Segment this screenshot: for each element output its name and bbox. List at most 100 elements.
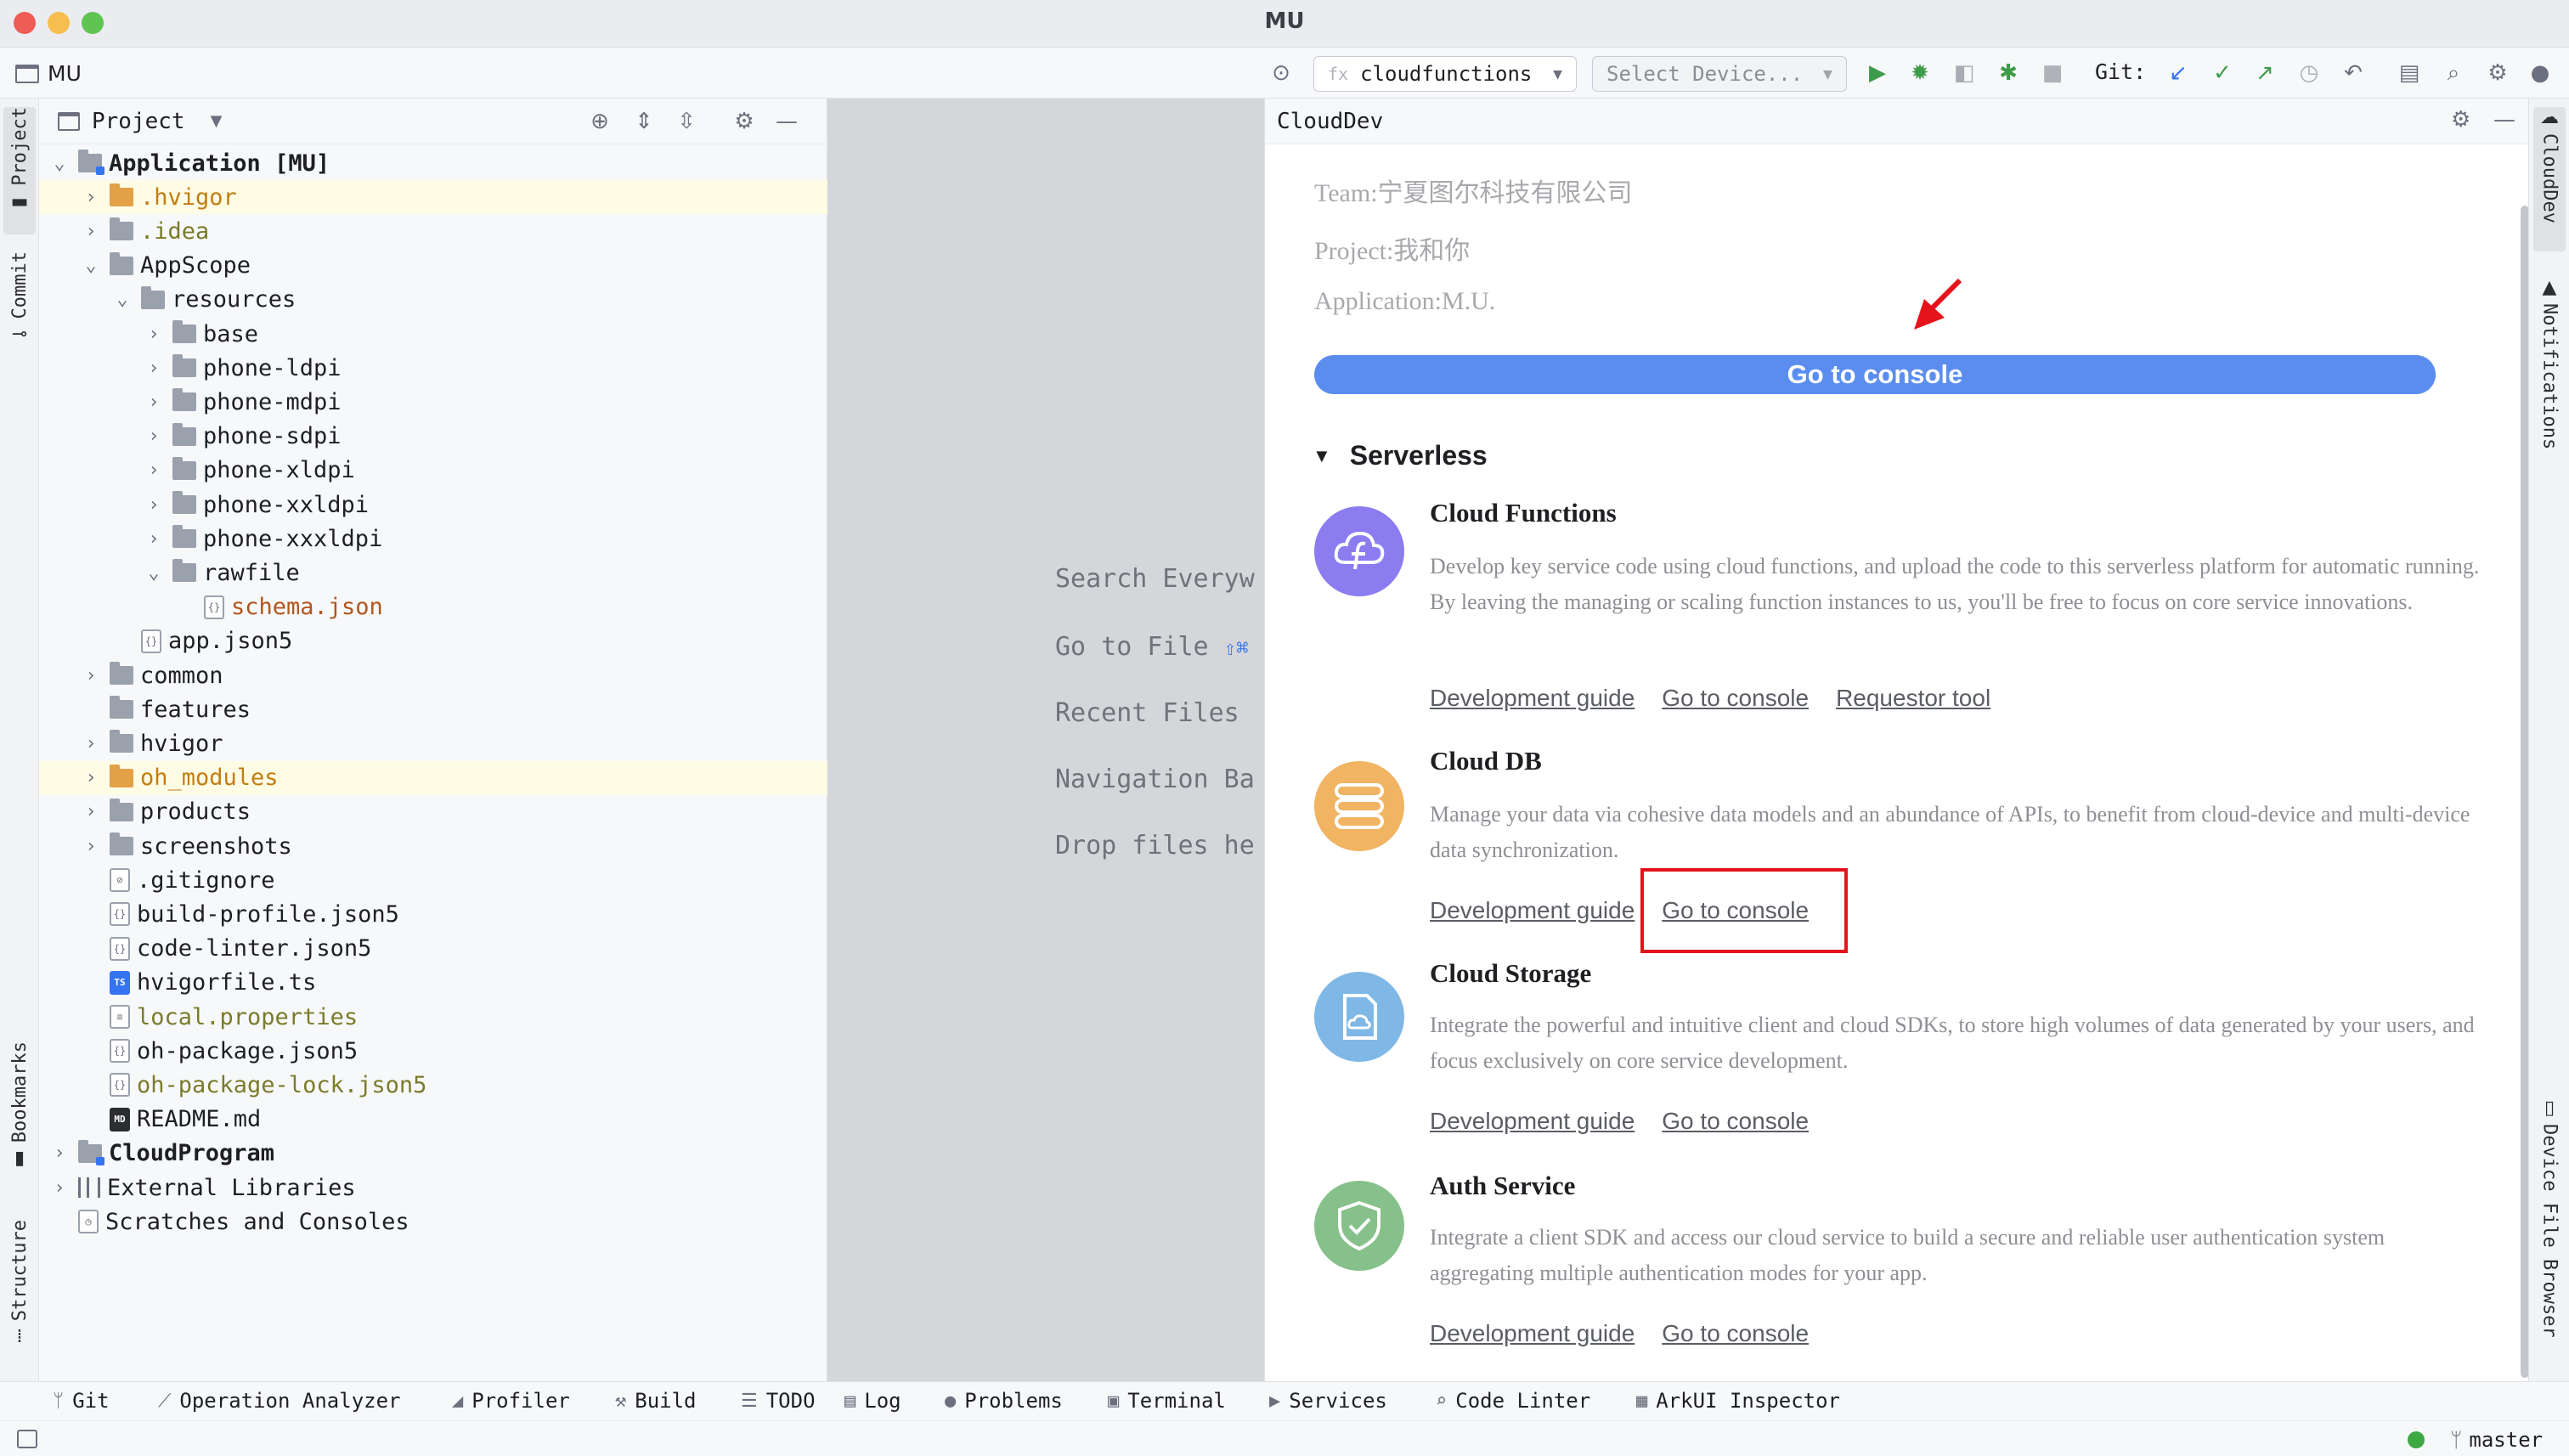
run-config-select[interactable]: fx cloudfunctions ▼ [1313, 56, 1577, 92]
expand-all-icon[interactable]: ⇕ [629, 106, 659, 137]
bottom-tab-log[interactable]: ▤ Log [844, 1389, 901, 1413]
project-structure-icon[interactable]: ▤ [2394, 58, 2425, 88]
bottom-tab-profiler[interactable]: ◢ Profiler [452, 1389, 570, 1413]
chevron-down-icon[interactable]: ⌄ [112, 289, 133, 310]
tree-item[interactable]: {} oh-package.json5 [39, 1034, 827, 1068]
tree-item[interactable]: {} build-profile.json5 [39, 897, 827, 931]
locate-icon[interactable]: ⊕ [584, 106, 615, 137]
bottom-tab-git[interactable]: ᛘ Git [53, 1389, 110, 1413]
tool-tab-notifications[interactable]: ▲ Notifications [2533, 277, 2566, 498]
tool-tab-project[interactable]: Project ▬ [3, 107, 36, 234]
chevron-right-icon[interactable]: › [144, 494, 164, 516]
project-panel-title[interactable]: Project [92, 109, 185, 134]
toggle-tool-windows-icon[interactable] [17, 1430, 37, 1448]
tree-item[interactable]: {} code-linter.json5 [39, 932, 827, 966]
target-icon[interactable]: ⊙ [1266, 58, 1296, 88]
tree-item[interactable]: › CloudProgram [39, 1137, 827, 1171]
development-guide-link[interactable]: Development guide [1430, 1320, 1635, 1347]
serverless-section-header[interactable]: ▼ Serverless [1313, 440, 1488, 471]
tool-tab-structure[interactable]: Structure ⁞ [3, 1220, 36, 1364]
tool-tab-commit[interactable]: Commit ⊸ [3, 251, 36, 362]
bottom-tab-code-linter[interactable]: ⌕ Code Linter [1436, 1389, 1590, 1413]
tree-item[interactable]: ⌄ Application [MU] [39, 146, 827, 180]
tree-item[interactable]: ◷ Scratches and Consoles [39, 1205, 827, 1239]
tree-item[interactable]: ⌄ rawfile [39, 556, 827, 590]
git-commit-icon[interactable]: ✓ [2207, 58, 2238, 88]
rollback-icon[interactable]: ↶ [2338, 58, 2369, 88]
chevron-right-icon[interactable]: › [49, 1177, 70, 1199]
tree-item[interactable]: › .hvigor [39, 180, 827, 215]
tree-item[interactable]: › hvigor [39, 726, 827, 760]
hide-panel-icon[interactable]: — [771, 106, 802, 137]
tree-item[interactable]: TS hvigorfile.ts [39, 966, 827, 1000]
tree-item[interactable]: › .idea [39, 214, 827, 248]
tree-item[interactable]: ⊘ .gitignore [39, 863, 827, 897]
tree-item[interactable]: {} schema.json [39, 590, 827, 624]
chevron-down-icon[interactable]: ⌄ [144, 562, 164, 584]
device-select[interactable]: Select Device... ▼ [1592, 56, 1847, 92]
chevron-right-icon[interactable]: › [81, 665, 101, 686]
git-update-icon[interactable]: ↙ [2163, 58, 2194, 88]
chevron-down-icon[interactable]: ▼ [211, 112, 223, 130]
stop-icon[interactable]: ■ [2037, 58, 2068, 88]
collapse-all-icon[interactable]: ⇳ [671, 106, 702, 137]
development-guide-link[interactable]: Development guide [1430, 897, 1635, 924]
git-push-icon[interactable]: ↗ [2250, 58, 2280, 88]
chevron-right-icon[interactable]: › [144, 528, 164, 550]
tree-item[interactable]: MD README.md [39, 1103, 827, 1137]
chevron-right-icon[interactable]: › [81, 836, 101, 857]
tree-item[interactable]: › screenshots [39, 829, 827, 863]
run-icon[interactable]: ▶ [1862, 58, 1893, 88]
tree-item[interactable]: › phone-mdpi [39, 385, 827, 419]
gear-icon[interactable]: ⚙ [2451, 107, 2470, 133]
project-switcher[interactable]: MU [15, 61, 82, 86]
search-icon[interactable]: ⌕ [2438, 58, 2469, 88]
tree-item[interactable]: › products [39, 795, 827, 829]
development-guide-link[interactable]: Development guide [1430, 685, 1635, 712]
development-guide-link[interactable]: Development guide [1430, 1108, 1635, 1135]
account-icon[interactable]: ● [2525, 58, 2555, 88]
tree-item[interactable]: ⌄ AppScope [39, 249, 827, 283]
tree-item[interactable]: › common [39, 658, 827, 692]
debug-icon[interactable]: ✹ [1905, 58, 1935, 88]
tree-item[interactable]: › External Libraries [39, 1171, 827, 1205]
tree-item[interactable]: › phone-ldpi [39, 351, 827, 385]
chevron-right-icon[interactable]: › [144, 358, 164, 379]
history-icon[interactable]: ◷ [2294, 58, 2324, 88]
tree-item[interactable]: {} oh-package-lock.json5 [39, 1068, 827, 1102]
go-to-console-link[interactable]: Go to console [1662, 685, 1809, 712]
tree-item[interactable]: {} app.json5 [39, 624, 827, 658]
bottom-tab-problems[interactable]: ● Problems [945, 1389, 1063, 1413]
go-to-console-link[interactable]: Go to console [1662, 1108, 1809, 1135]
chevron-right-icon[interactable]: › [81, 187, 101, 208]
settings-gear-icon[interactable]: ⚙ [2482, 58, 2513, 88]
tool-tab-device-file-browser[interactable]: ▯ Device File Browser [2533, 1098, 2566, 1369]
requestor-tool-link[interactable]: Requestor tool [1836, 685, 1990, 712]
bottom-tab-operation-analyzer[interactable]: ⟋ Operation Analyzer [158, 1389, 401, 1413]
chevron-right-icon[interactable]: › [81, 733, 101, 754]
chevron-right-icon[interactable]: › [144, 324, 164, 345]
tree-item[interactable]: › base [39, 317, 827, 351]
tool-tab-bookmarks[interactable]: Bookmarks ▮ [3, 1041, 36, 1186]
tree-item[interactable]: › phone-xldpi [39, 454, 827, 488]
attach-debugger-icon[interactable]: ✱ [1993, 58, 2024, 88]
hide-panel-icon[interactable]: — [2493, 107, 2515, 133]
go-to-console-link[interactable]: Go to console [1662, 1320, 1809, 1347]
chevron-right-icon[interactable]: › [81, 221, 101, 242]
git-branch-widget[interactable]: ᛘ master [2450, 1428, 2543, 1452]
bottom-tab-terminal[interactable]: ▣ Terminal [1108, 1389, 1226, 1413]
tree-item[interactable]: › phone-sdpi [39, 420, 827, 454]
tree-item[interactable]: › phone-xxldpi [39, 488, 827, 522]
tree-item[interactable]: features [39, 692, 827, 726]
go-to-console-button[interactable]: Go to console [1314, 355, 2436, 394]
chevron-right-icon[interactable]: › [144, 460, 164, 481]
tree-item[interactable]: › phone-xxxldpi [39, 522, 827, 556]
chevron-down-icon[interactable]: ⌄ [49, 153, 70, 174]
bottom-tab-services[interactable]: ▶ Services [1269, 1389, 1387, 1413]
profile-icon[interactable]: ◧ [1949, 58, 1979, 88]
chevron-right-icon[interactable]: › [144, 426, 164, 447]
tree-item[interactable]: ⌄ resources [39, 283, 827, 317]
tree-item[interactable]: › oh_modules [39, 760, 827, 795]
chevron-right-icon[interactable]: › [81, 767, 101, 788]
bottom-tab-arkui-inspector[interactable]: ▦ ArkUI Inspector [1636, 1389, 1840, 1413]
